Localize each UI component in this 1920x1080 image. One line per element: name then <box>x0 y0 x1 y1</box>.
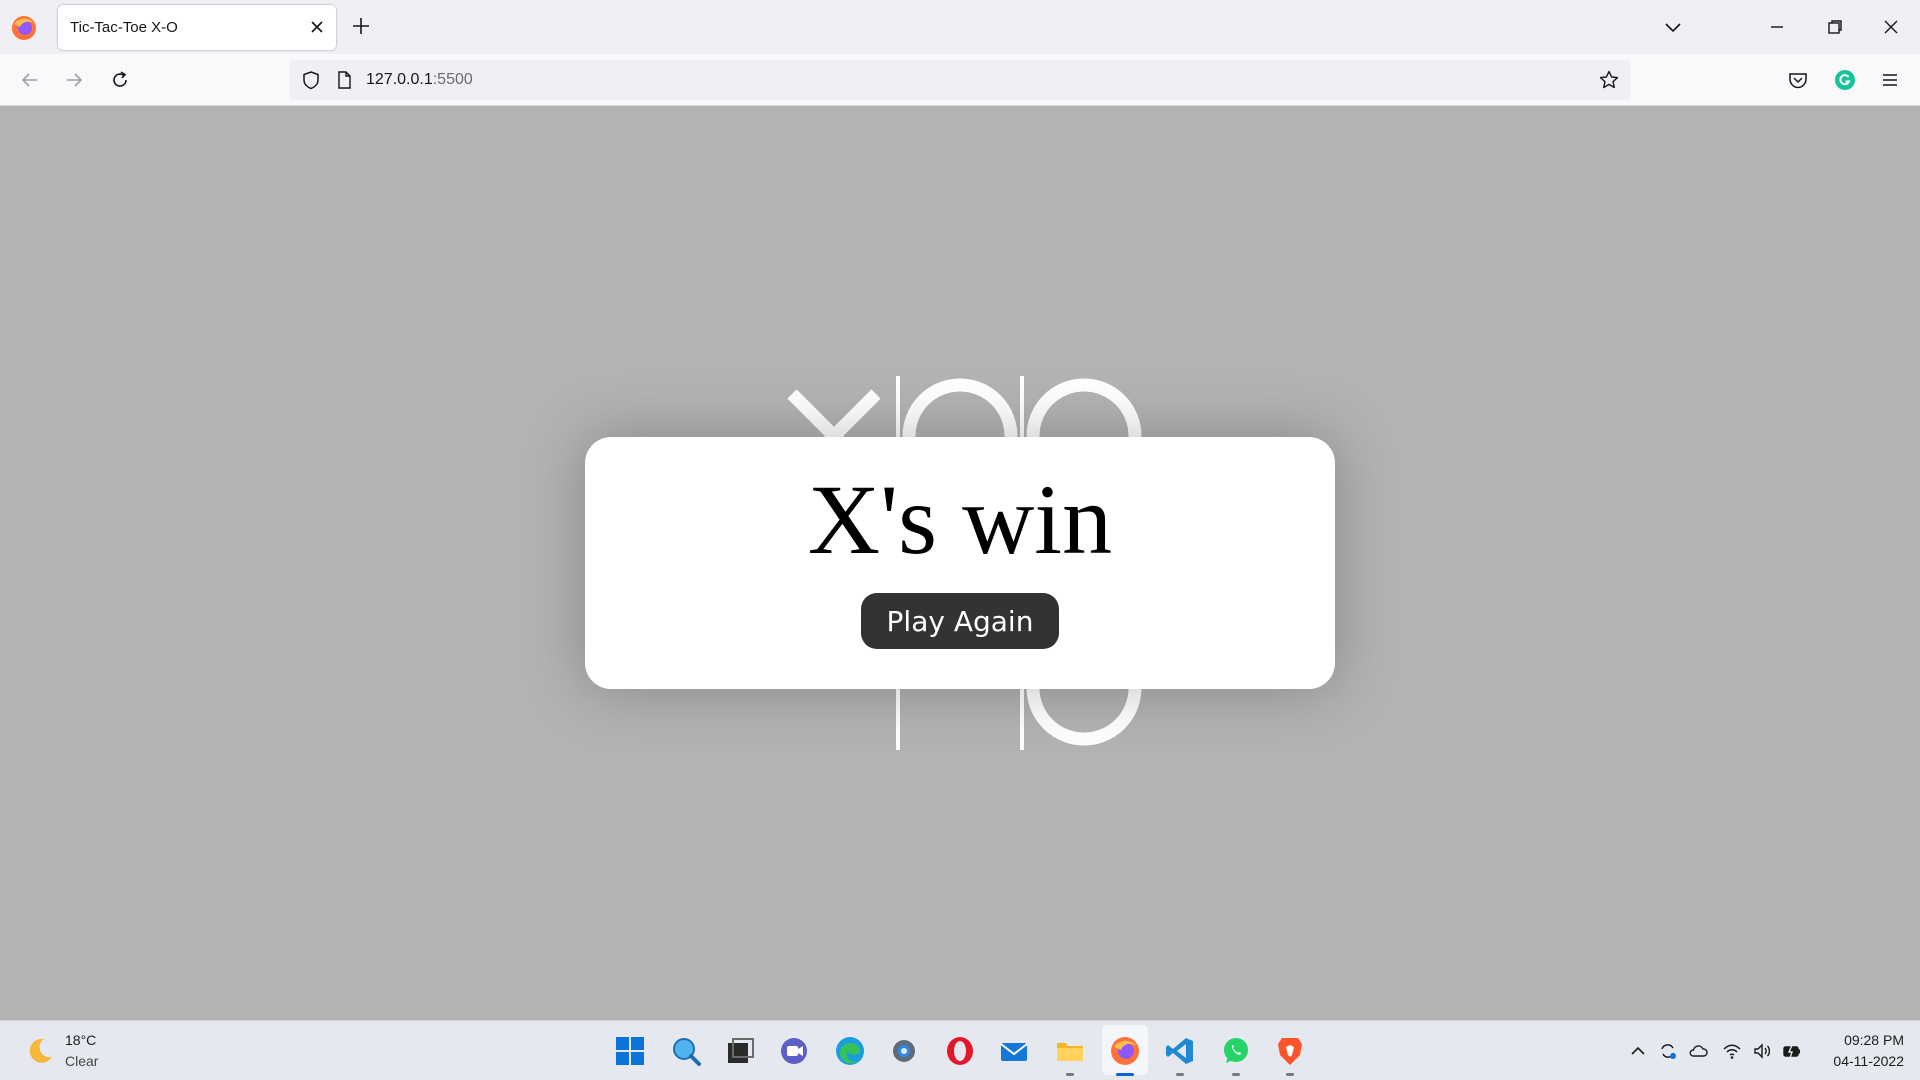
firefox-taskbar-icon[interactable] <box>1109 1035 1141 1067</box>
whatsapp-running-indicator <box>1232 1073 1240 1076</box>
teams-chat-icon[interactable] <box>778 1035 810 1067</box>
show-hidden-icons-chevron-icon[interactable] <box>1628 1041 1648 1061</box>
battery-charging-icon[interactable] <box>1782 1041 1802 1061</box>
search-icon[interactable] <box>670 1035 702 1067</box>
browser-tab-active[interactable]: Tic-Tac-Toe X-O <box>58 5 336 50</box>
weather-temperature: 18°C <box>65 1032 97 1048</box>
tracking-protection-shield-icon[interactable] <box>300 69 322 91</box>
mail-icon[interactable] <box>998 1035 1030 1067</box>
windows-taskbar: 18°C Clear 09:28 PM 04-11-2022 <box>0 1020 1920 1080</box>
brave-running-indicator <box>1286 1073 1294 1076</box>
explorer-running-indicator <box>1066 1073 1074 1076</box>
url-host: 127.0.0.1 <box>366 71 433 88</box>
whatsapp-icon[interactable] <box>1220 1035 1252 1067</box>
play-again-button[interactable]: Play Again <box>861 593 1059 649</box>
onedrive-cloud-icon[interactable] <box>1688 1041 1708 1061</box>
menu-hamburger-icon[interactable] <box>1878 68 1902 92</box>
browser-nav-bar: 127.0.0.1:5500 <box>0 54 1920 106</box>
winning-message-modal: X's win Play Again <box>585 437 1335 689</box>
window-restore-icon[interactable] <box>1824 16 1846 38</box>
bookmark-star-icon[interactable] <box>1598 69 1620 91</box>
window-minimize-icon[interactable] <box>1766 16 1788 38</box>
forward-arrow-icon[interactable] <box>62 68 86 92</box>
url-text[interactable]: 127.0.0.1:5500 <box>366 71 473 89</box>
list-all-tabs-chevron-icon[interactable] <box>1662 16 1684 38</box>
sync-update-icon[interactable] <box>1658 1041 1678 1061</box>
weather-condition: Clear <box>65 1053 99 1069</box>
weather-moon-icon[interactable] <box>24 1035 56 1067</box>
pocket-icon[interactable] <box>1786 68 1810 92</box>
url-port: :5500 <box>432 71 473 88</box>
close-tab-icon[interactable] <box>308 18 326 36</box>
game-page: X's win Play Again <box>0 106 1920 1020</box>
settings-gear-icon[interactable] <box>888 1035 920 1067</box>
grammarly-extension-icon[interactable] <box>1833 68 1857 92</box>
vscode-icon[interactable] <box>1164 1035 1196 1067</box>
firefox-logo-icon[interactable] <box>10 14 38 42</box>
back-arrow-icon[interactable] <box>18 68 42 92</box>
clock-time[interactable]: 09:28 PM <box>1824 1032 1904 1048</box>
window-close-icon[interactable] <box>1880 16 1902 38</box>
page-info-icon[interactable] <box>334 70 354 90</box>
address-bar[interactable]: 127.0.0.1:5500 <box>290 60 1630 100</box>
new-tab-plus-icon[interactable] <box>350 15 372 37</box>
winning-message-text: X's win <box>807 464 1113 575</box>
wifi-icon[interactable] <box>1722 1041 1742 1061</box>
reload-icon[interactable] <box>108 68 132 92</box>
task-view-icon[interactable] <box>724 1035 756 1067</box>
volume-speaker-icon[interactable] <box>1752 1041 1772 1061</box>
file-explorer-folder-icon[interactable] <box>1054 1035 1086 1067</box>
edge-browser-icon[interactable] <box>834 1035 866 1067</box>
firefox-running-indicator <box>1116 1073 1134 1076</box>
vscode-running-indicator <box>1176 1073 1184 1076</box>
tab-title: Tic-Tac-Toe X-O <box>70 19 178 36</box>
windows-start-icon[interactable] <box>614 1035 646 1067</box>
browser-tab-bar: Tic-Tac-Toe X-O <box>0 0 1920 54</box>
brave-browser-icon[interactable] <box>1274 1035 1306 1067</box>
clock-date[interactable]: 04-11-2022 <box>1824 1053 1904 1069</box>
opera-browser-icon[interactable] <box>944 1035 976 1067</box>
